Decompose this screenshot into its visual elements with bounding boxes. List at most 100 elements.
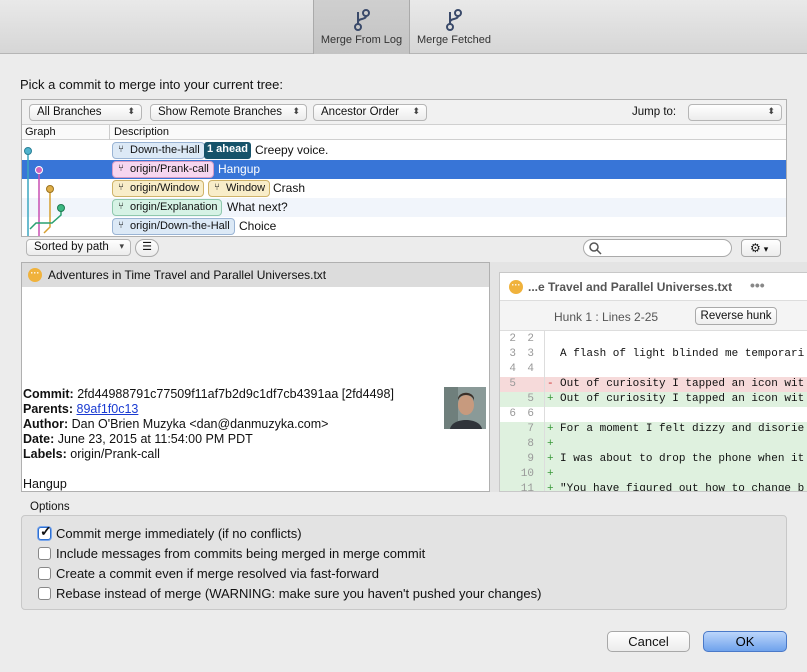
search-icon <box>589 242 602 255</box>
diff-line: 11 + "You have figured out how to change b <box>500 482 807 492</box>
branch-tag-label: origin/Down-the-Hall <box>130 220 230 232</box>
branch-tag: ⑂ origin/Down-the-Hall <box>112 218 235 235</box>
author-label: Author: <box>23 417 69 431</box>
chevron-updown-icon: ⬍ <box>412 106 420 116</box>
old-line-number: 6 <box>509 408 516 420</box>
checkbox[interactable]: ✓ <box>38 523 52 540</box>
branch-icon: ⑂ <box>214 182 220 193</box>
diff-sign: + <box>547 423 554 435</box>
branch-tag-label: origin/Explanation <box>130 201 218 213</box>
diff-file-title: ...e Travel and Parallel Universes.txt <box>528 280 733 294</box>
branch-tag-label: Down-the-Hall <box>130 144 200 156</box>
file-search-input[interactable] <box>583 239 732 257</box>
description-column-header[interactable]: Description <box>114 126 169 138</box>
commit-graph <box>24 147 65 236</box>
gear-menu-button[interactable]: ⚙ ▾ <box>741 239 781 257</box>
diff-line: 33 A flash of light blinded me temporari <box>500 347 807 362</box>
commit-message-body: Hangup <box>23 477 67 491</box>
hunk-label: Hunk 1 : Lines 2-25 <box>554 310 659 324</box>
graph-column-header[interactable]: Graph <box>25 126 56 138</box>
toolbar: Merge From Log Merge Fetched <box>0 0 807 54</box>
reverse-hunk-button[interactable]: Reverse hunk <box>695 307 777 325</box>
order-popup[interactable]: Ancestor Order ⬍ <box>313 104 427 121</box>
commit-row[interactable]: ⑂ Down-the-Hall 1 ahead Creepy voice. <box>22 141 786 160</box>
parent-commit-link[interactable]: 89af1f0c13 <box>77 402 139 416</box>
ok-button[interactable]: OK <box>703 631 787 652</box>
checkbox[interactable] <box>38 547 51 560</box>
ahead-badge: 1 ahead <box>204 142 251 159</box>
ellipsis-icon[interactable]: ••• <box>750 277 765 293</box>
list-view-button[interactable]: ☰ <box>135 239 159 257</box>
old-line-number: 5 <box>509 378 516 390</box>
remote-branches-popup[interactable]: Show Remote Branches ⬍ <box>150 104 307 121</box>
commit-message: Hangup <box>218 162 261 176</box>
labels-value: origin/Prank-call <box>70 447 160 461</box>
file-list-panel: ··· Adventures in Time Travel and Parall… <box>21 262 490 492</box>
branch-tag: ⑂ origin/Explanation <box>112 199 223 216</box>
diff-line: 22 <box>500 332 807 347</box>
diff-sign: + <box>547 453 554 465</box>
diff-sign: + <box>547 393 554 405</box>
diff-line-text: A flash of light blinded me temporari <box>560 348 805 360</box>
new-line-number: 2 <box>527 333 534 345</box>
file-row[interactable]: ··· Adventures in Time Travel and Parall… <box>22 263 489 287</box>
new-line-number: 11 <box>520 483 534 492</box>
commit-row[interactable]: ⑂ origin/Window ⑂ Window Crash <box>22 179 786 198</box>
modified-file-icon: ··· <box>28 268 42 282</box>
new-line-number: 9 <box>527 453 534 465</box>
diff-line: 66 <box>500 407 807 422</box>
jump-to-popup[interactable]: ⬍ <box>688 104 782 121</box>
commit-row[interactable]: ⑂ origin/Down-the-Hall Choice <box>22 217 786 236</box>
commit-label: Commit: <box>23 387 74 401</box>
diff-line-text: For a moment I felt dizzy and disorie <box>560 423 805 435</box>
checkbox[interactable] <box>38 567 51 580</box>
chevron-updown-icon: ⬍ <box>767 106 775 116</box>
hunk-header: Hunk 1 : Lines 2-25 Reverse hunk <box>500 301 807 331</box>
diff-line: 44 <box>500 362 807 377</box>
commit-message: Crash <box>273 181 306 195</box>
branch-merge-icon <box>446 9 462 31</box>
commit-hash: 2fd44988791c77509f11af7b2d9c1df7cb4391aa… <box>77 387 394 401</box>
new-line-number: 7 <box>527 423 534 435</box>
diff-line-text: Out of curiosity I tapped an icon wit <box>560 393 805 405</box>
branch-icon: ⑂ <box>118 201 124 212</box>
diff-line: 5 - Out of curiosity I tapped an icon wit <box>500 377 807 392</box>
diff-panel: ··· ...e Travel and Parallel Universes.t… <box>499 272 807 492</box>
sort-popup[interactable]: Sorted by path ▾ <box>26 239 131 256</box>
new-line-number: 4 <box>527 363 534 375</box>
checkmark-icon: ✓ <box>40 523 52 539</box>
chevron-updown-icon: ⬍ <box>127 106 135 116</box>
remote-branches-popup-value: Show Remote Branches <box>158 106 283 118</box>
option-label: Rebase instead of merge (WARNING: make s… <box>56 586 542 601</box>
branch-merge-icon <box>353 9 370 31</box>
chevron-down-icon: ▾ <box>119 241 124 251</box>
diff-sign: - <box>547 378 554 390</box>
chevron-down-icon: ▾ <box>763 244 769 254</box>
merge-from-log-button[interactable]: Merge From Log <box>313 0 410 54</box>
branch-tag-label: origin/Prank-call <box>130 163 209 175</box>
branch-tag: ⑂ origin/Prank-call <box>112 161 214 178</box>
new-line-number: 5 <box>527 393 534 405</box>
checkbox[interactable] <box>38 587 51 600</box>
merge-fetched-button[interactable]: Merge Fetched <box>410 0 498 54</box>
diff-lines: 2233A flash of light blinded me temporar… <box>500 332 807 492</box>
diff-line: 9 + I was about to drop the phone when it <box>500 452 807 467</box>
column-header: Graph Description <box>22 125 786 140</box>
date-value: June 23, 2015 at 11:54:00 PM PDT <box>57 432 253 446</box>
options-box: ✓ Commit merge immediately (if no confli… <box>21 515 787 610</box>
diff-line: 8 + <box>500 437 807 452</box>
file-name: Adventures in Time Travel and Parallel U… <box>48 268 327 282</box>
new-line-number: 3 <box>527 348 534 360</box>
commit-row[interactable]: ⑂ origin/Explanation What next? <box>22 198 786 217</box>
branch-tag: ⑂ Window <box>208 180 271 197</box>
option-label: Create a commit even if merge resolved v… <box>56 566 379 581</box>
cancel-button[interactable]: Cancel <box>607 631 690 652</box>
modified-file-icon: ··· <box>509 280 523 294</box>
chevron-updown-icon: ⬍ <box>292 106 300 116</box>
branches-popup[interactable]: All Branches ⬍ <box>29 104 142 121</box>
option-label: Include messages from commits being merg… <box>56 546 426 561</box>
jump-to-label: Jump to: <box>632 106 677 118</box>
parents-label: Parents: <box>23 402 74 416</box>
diff-line-text: "You have figured out how to change b <box>560 483 805 492</box>
commit-row-selected[interactable]: ⑂ origin/Prank-call Hangup <box>22 160 786 179</box>
